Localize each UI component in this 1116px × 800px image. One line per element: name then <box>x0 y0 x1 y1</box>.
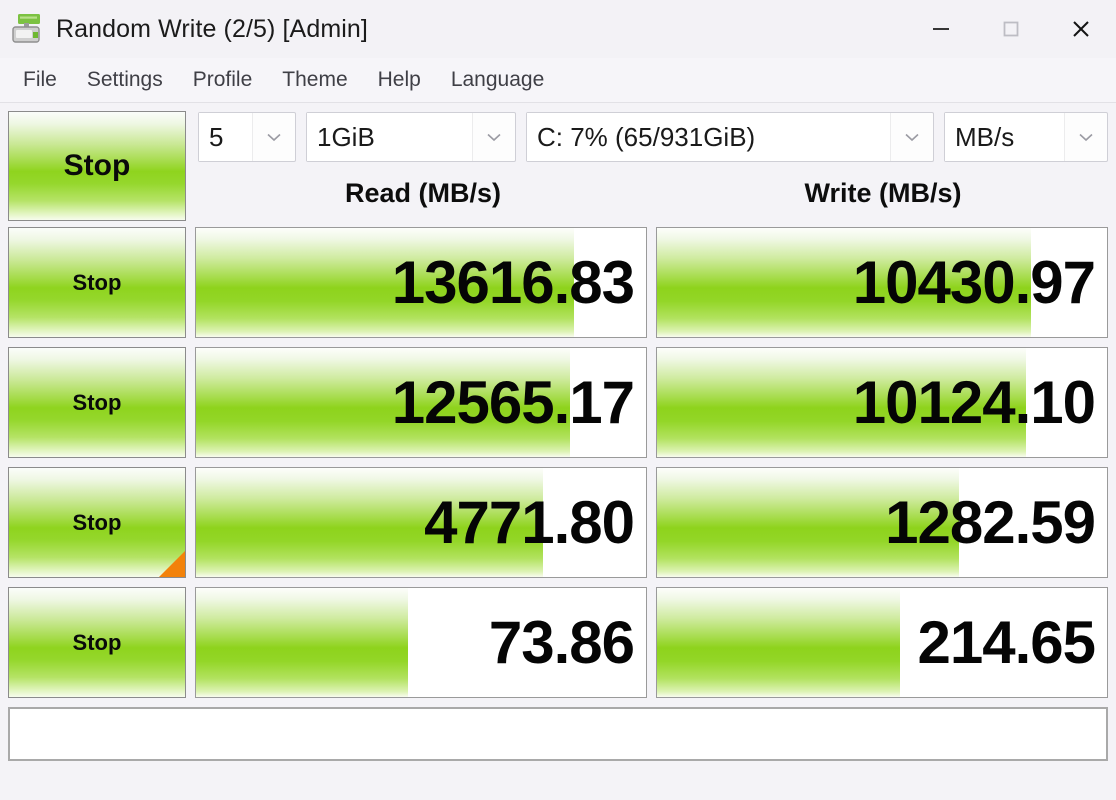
write-result-cell-3[interactable]: 1282.59 <box>656 467 1108 578</box>
table-row: Stop 73.86 214.65 <box>8 587 1108 698</box>
row-stop-label-2: Stop <box>72 389 122 415</box>
unit-value: MB/s <box>945 113 1065 161</box>
menu-item-language[interactable]: Language <box>436 66 559 94</box>
chevron-down-icon <box>253 127 295 147</box>
minimize-icon[interactable] <box>906 0 976 58</box>
write-result-cell-1[interactable]: 10430.97 <box>656 227 1108 338</box>
read-value-2: 12565.17 <box>391 368 635 436</box>
column-headers: Read (MB/s) Write (MB/s) <box>198 167 1108 219</box>
toolbar-region: Stop 5 1GiB C: 7% (65/931GiB) MB/s Read … <box>8 111 1108 227</box>
row-stop-button-2[interactable]: Stop <box>8 347 186 458</box>
results-grid: Stop 13616.83 10430.97 Stop 12565.17 101… <box>8 227 1108 698</box>
chevron-down-icon <box>1065 127 1107 147</box>
read-result-cell-1[interactable]: 13616.83 <box>195 227 647 338</box>
running-indicator-icon <box>159 551 185 577</box>
crystaldiskmark-window: Random Write (2/5) [Admin] File Settings… <box>0 0 1116 800</box>
read-value-1: 13616.83 <box>391 248 635 316</box>
main-content: Stop 5 1GiB C: 7% (65/931GiB) MB/s Read … <box>0 103 1116 800</box>
write-column-header: Write (MB/s) <box>804 177 962 208</box>
write-value-2: 10124.10 <box>852 368 1096 436</box>
menu-item-theme[interactable]: Theme <box>267 66 362 94</box>
window-title: Random Write (2/5) [Admin] <box>56 14 368 43</box>
read-result-cell-4[interactable]: 73.86 <box>195 587 647 698</box>
test-size-select[interactable]: 1GiB <box>306 112 516 162</box>
settings-selects: 5 1GiB C: 7% (65/931GiB) MB/s Read (MB/s… <box>198 111 1108 219</box>
row-stop-label-1: Stop <box>72 269 122 295</box>
test-size-value: 1GiB <box>307 113 473 161</box>
row-stop-button-4[interactable]: Stop <box>8 587 186 698</box>
write-value-3: 1282.59 <box>885 488 1096 556</box>
write-result-cell-2[interactable]: 10124.10 <box>656 347 1108 458</box>
close-icon[interactable] <box>1046 0 1116 58</box>
menu-item-help[interactable]: Help <box>363 66 436 94</box>
drive-select[interactable]: C: 7% (65/931GiB) <box>526 112 934 162</box>
comment-input[interactable] <box>8 707 1108 761</box>
row-stop-label-3: Stop <box>72 509 122 535</box>
unit-select[interactable]: MB/s <box>944 112 1108 162</box>
test-count-select[interactable]: 5 <box>198 112 296 162</box>
read-fill-bar-4 <box>196 588 408 697</box>
selects-row: 5 1GiB C: 7% (65/931GiB) MB/s <box>198 111 1108 163</box>
read-column-header: Read (MB/s) <box>344 177 501 208</box>
row-stop-label-4: Stop <box>72 629 122 655</box>
table-row: Stop 13616.83 10430.97 <box>8 227 1108 338</box>
write-value-1: 10430.97 <box>852 248 1096 316</box>
row-stop-button-3[interactable]: Stop <box>8 467 186 578</box>
test-count-value: 5 <box>199 113 253 161</box>
write-fill-bar-4 <box>657 588 900 697</box>
maximize-icon[interactable] <box>976 0 1046 58</box>
table-row: Stop 12565.17 10124.10 <box>8 347 1108 458</box>
run-all-stop-button[interactable]: Stop <box>8 111 186 221</box>
read-value-3: 4771.80 <box>424 488 635 556</box>
menu-item-settings[interactable]: Settings <box>72 66 178 94</box>
write-value-4: 214.65 <box>917 608 1096 676</box>
disk-drive-icon <box>10 12 44 46</box>
title-bar: Random Write (2/5) [Admin] <box>0 0 1116 58</box>
menu-bar: File Settings Profile Theme Help Languag… <box>0 58 1116 103</box>
window-controls <box>906 0 1116 58</box>
table-row: Stop 4771.80 1282.59 <box>8 467 1108 578</box>
read-result-cell-2[interactable]: 12565.17 <box>195 347 647 458</box>
run-all-stop-label: Stop <box>63 149 131 182</box>
read-result-cell-3[interactable]: 4771.80 <box>195 467 647 578</box>
menu-item-file[interactable]: File <box>8 66 72 94</box>
chevron-down-icon <box>473 127 515 147</box>
chevron-down-icon <box>891 127 933 147</box>
write-result-cell-4[interactable]: 214.65 <box>656 587 1108 698</box>
row-stop-button-1[interactable]: Stop <box>8 227 186 338</box>
drive-value: C: 7% (65/931GiB) <box>527 113 891 161</box>
read-value-4: 73.86 <box>488 608 635 676</box>
menu-item-profile[interactable]: Profile <box>178 66 268 94</box>
